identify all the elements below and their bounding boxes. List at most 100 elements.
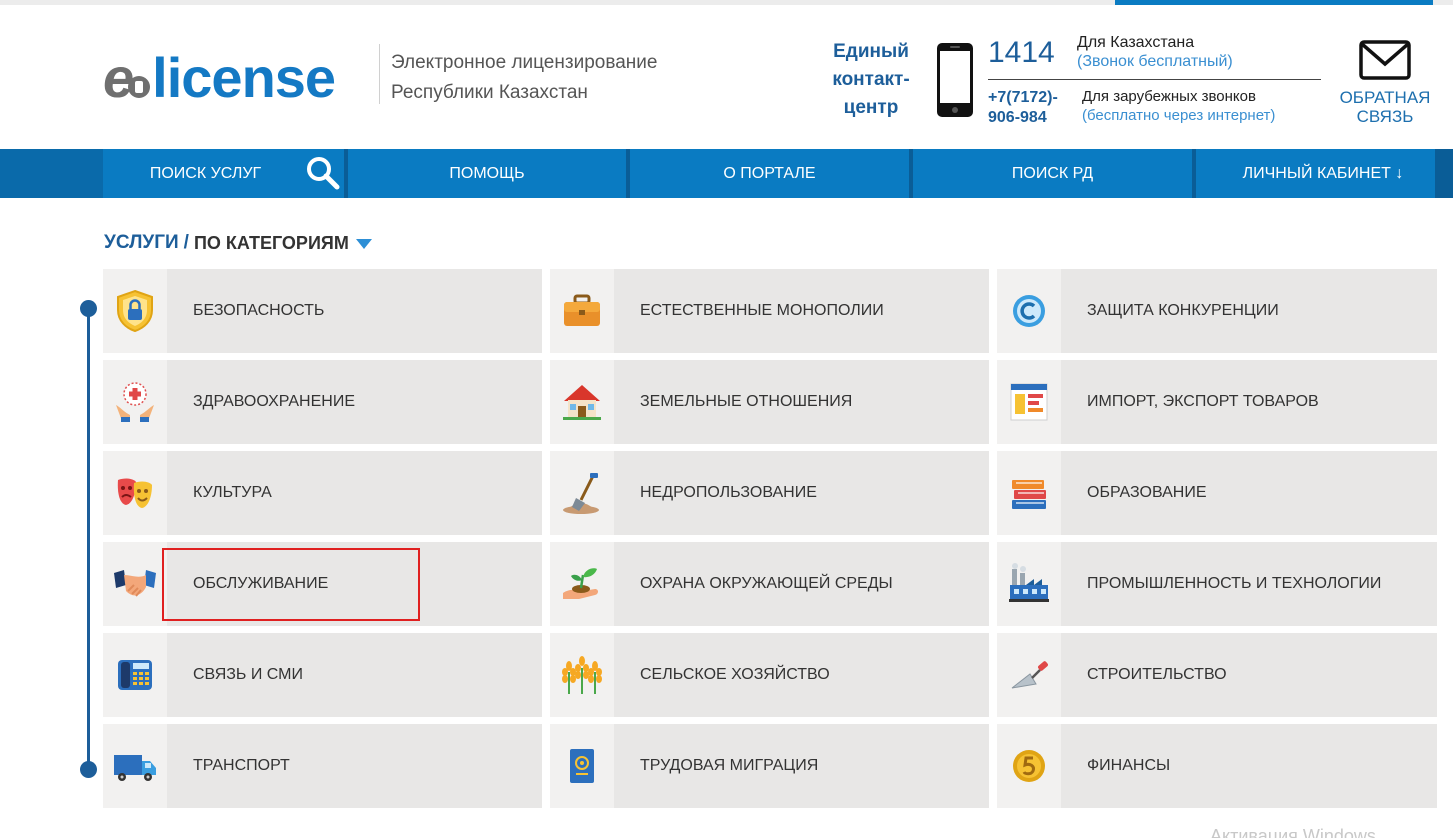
nav-about-label: О ПОРТАЛЕ [723, 164, 816, 182]
logo-mark-icon [128, 76, 151, 98]
category-label: СВЯЗЬ И СМИ [193, 666, 304, 683]
trowel-icon [1011, 661, 1048, 689]
feedback-label-line-2: СВЯЗЬ [1356, 107, 1414, 126]
category-construction[interactable]: СТРОИТЕЛЬСТВО [997, 633, 1437, 717]
phone-kz-note: (Звонок бесплатный) [1077, 53, 1233, 70]
feedback-button[interactable]: ОБРАТНАЯ СВЯЗЬ [1335, 40, 1435, 126]
category-label: ПРОМЫШЛЕННОСТЬ И ТЕХНОЛОГИИ [1087, 575, 1382, 592]
category-subsoil-use[interactable]: НЕДРОПОЛЬЗОВАНИЕ [550, 451, 989, 535]
logo-e: e [103, 46, 134, 109]
contact-center-line-2: контакт- [832, 69, 910, 90]
nav-search-rd-label: ПОИСК РД [1011, 164, 1094, 182]
truck-icon [114, 755, 156, 781]
category-label: СТРОИТЕЛЬСТВО [1087, 666, 1227, 683]
phone-intl-line-1: +7(7172)- [988, 89, 1058, 106]
breadcrumb: УСЛУГИ / ПО КАТЕГОРИЯМ [104, 232, 372, 254]
category-import-export[interactable]: ИМПОРТ, ЭКСПОРТ ТОВАРОВ [997, 360, 1437, 444]
shield-lock-icon [117, 289, 153, 333]
category-label: ОХРАНА ОКРУЖАЮЩЕЙ СРЕДЫ [640, 575, 893, 592]
category-natural-monopolies[interactable]: ЕСТЕСТВЕННЫЕ МОНОПОЛИИ [550, 269, 989, 353]
books-icon [1012, 480, 1046, 509]
logo-divider [379, 44, 380, 104]
site-subtitle: Электронное лицензирование Республики Ка… [391, 48, 657, 108]
phone-kz-label: Для Казахстана [1077, 34, 1195, 51]
house-icon [563, 385, 601, 420]
coin-icon [1013, 750, 1045, 782]
wheat-icon [562, 656, 602, 694]
sprout-hand-icon [563, 568, 598, 599]
category-label: ЕСТЕСТВЕННЫЕ МОНОПОЛИИ [640, 302, 884, 319]
briefcase-icon [564, 294, 600, 326]
nav-personal-cabinet[interactable]: ЛИЧНЫЙ КАБИНЕТ ↓ [1192, 149, 1450, 198]
category-label: ОБРАЗОВАНИЕ [1087, 484, 1207, 501]
phone-intl-label: Для зарубежных звонков [1082, 88, 1256, 105]
timeline-start-dot [80, 300, 97, 317]
category-industry[interactable]: ПРОМЫШЛЕННОСТЬ И ТЕХНОЛОГИИ [997, 542, 1437, 626]
nav-right-edge [1435, 149, 1453, 198]
phone-kz-number[interactable]: 1414 [988, 36, 1055, 70]
passport-icon [570, 749, 594, 783]
category-label: ЗАЩИТА КОНКУРЕНЦИИ [1087, 302, 1279, 319]
main-nav: ПОИСК УСЛУГ ПОМОЩЬ О ПОРТАЛЕ ПОИСК РД ЛИ… [103, 149, 1450, 198]
category-agriculture[interactable]: СЕЛЬСКОЕ ХОЗЯЙСТВО [550, 633, 989, 717]
nav-search-services[interactable]: ПОИСК УСЛУГ [103, 149, 344, 198]
telephone-icon [118, 660, 152, 690]
category-labor-migration[interactable]: ТРУДОВАЯ МИГРАЦИЯ [550, 724, 989, 808]
category-label: НЕДРОПОЛЬЗОВАНИЕ [640, 484, 817, 501]
category-environment[interactable]: ОХРАНА ОКРУЖАЮЩЕЙ СРЕДЫ [550, 542, 989, 626]
category-label: БЕЗОПАСНОСТЬ [193, 302, 325, 319]
category-healthcare[interactable]: ЗДРАВООХРАНЕНИЕ [103, 360, 542, 444]
timeline-line [87, 308, 90, 770]
category-communications-media[interactable]: СВЯЗЬ И СМИ [103, 633, 542, 717]
category-security[interactable]: БЕЗОПАСНОСТЬ [103, 269, 542, 353]
hands-cross-icon [116, 382, 154, 422]
phone-intl-note: (бесплатно через интернет) [1082, 107, 1276, 124]
elicense-logo[interactable]: e license [103, 46, 336, 109]
category-label: ЗЕМЕЛЬНЫЕ ОТНОШЕНИЯ [640, 393, 853, 410]
handshake-icon [114, 570, 156, 597]
contact-center-line-1: Единый [833, 41, 909, 62]
category-label: ТРАНСПОРТ [193, 757, 290, 774]
breadcrumb-separator: / [183, 232, 189, 253]
category-label: ТРУДОВАЯ МИГРАЦИЯ [640, 757, 819, 774]
nav-help[interactable]: ПОМОЩЬ [344, 149, 626, 198]
breadcrumb-services[interactable]: УСЛУГИ [104, 232, 179, 254]
timeline-end-dot [80, 761, 97, 778]
subtitle-line-2: Республики Казахстан [391, 82, 588, 103]
logo-text: license [152, 46, 336, 109]
category-label: ИМПОРТ, ЭКСПОРТ ТОВАРОВ [1087, 393, 1319, 410]
category-land-relations[interactable]: ЗЕМЕЛЬНЫЕ ОТНОШЕНИЯ [550, 360, 989, 444]
phone-intl-number[interactable]: +7(7172)- 906-984 [988, 88, 1058, 128]
envelope-icon [1359, 40, 1411, 80]
top-strip-accent [1115, 0, 1433, 5]
category-service[interactable]: ОБСЛУЖИВАНИЕ [103, 542, 542, 626]
contact-divider [988, 79, 1321, 80]
category-competition-protection[interactable]: ЗАЩИТА КОНКУРЕНЦИИ [997, 269, 1437, 353]
category-label: ФИНАНСЫ [1087, 757, 1171, 774]
breadcrumb-by-category: ПО КАТЕГОРИЯМ [193, 232, 349, 253]
category-dropdown-caret-icon[interactable] [355, 239, 372, 249]
shovel-icon [563, 473, 599, 514]
theater-masks-icon [117, 478, 152, 508]
category-finance[interactable]: ФИНАНСЫ [997, 724, 1437, 808]
contact-center-line-3: центр [843, 97, 899, 118]
categories-grid: БЕЗОПАСНОСТЬ ЕСТЕСТВЕННЫЕ МОНОПОЛИИ ЗАЩИ… [103, 269, 1437, 808]
phone-intl-line-2: 906-984 [988, 109, 1047, 126]
nav-search-rd[interactable]: ПОИСК РД [909, 149, 1192, 198]
search-icon[interactable] [304, 154, 342, 192]
nav-about[interactable]: О ПОРТАЛЕ [626, 149, 909, 198]
category-transport[interactable]: ТРАНСПОРТ [103, 724, 542, 808]
nav-search-services-label: ПОИСК УСЛУГ [149, 164, 262, 182]
nav-help-label: ПОМОЩЬ [449, 164, 525, 182]
document-chart-icon [1010, 383, 1048, 421]
category-label: КУЛЬТУРА [193, 484, 272, 501]
windows-activation-watermark: Активация Windows [1210, 826, 1376, 838]
contact-center-label: Единый контакт- центр [826, 38, 916, 122]
factory-icon [1009, 563, 1049, 602]
category-label: ОБСЛУЖИВАНИЕ [193, 575, 329, 592]
category-culture[interactable]: КУЛЬТУРА [103, 451, 542, 535]
copyright-icon [1013, 295, 1045, 327]
category-education[interactable]: ОБРАЗОВАНИЕ [997, 451, 1437, 535]
feedback-label-line-1: ОБРАТНАЯ [1339, 88, 1431, 107]
subtitle-line-1: Электронное лицензирование [391, 52, 658, 73]
